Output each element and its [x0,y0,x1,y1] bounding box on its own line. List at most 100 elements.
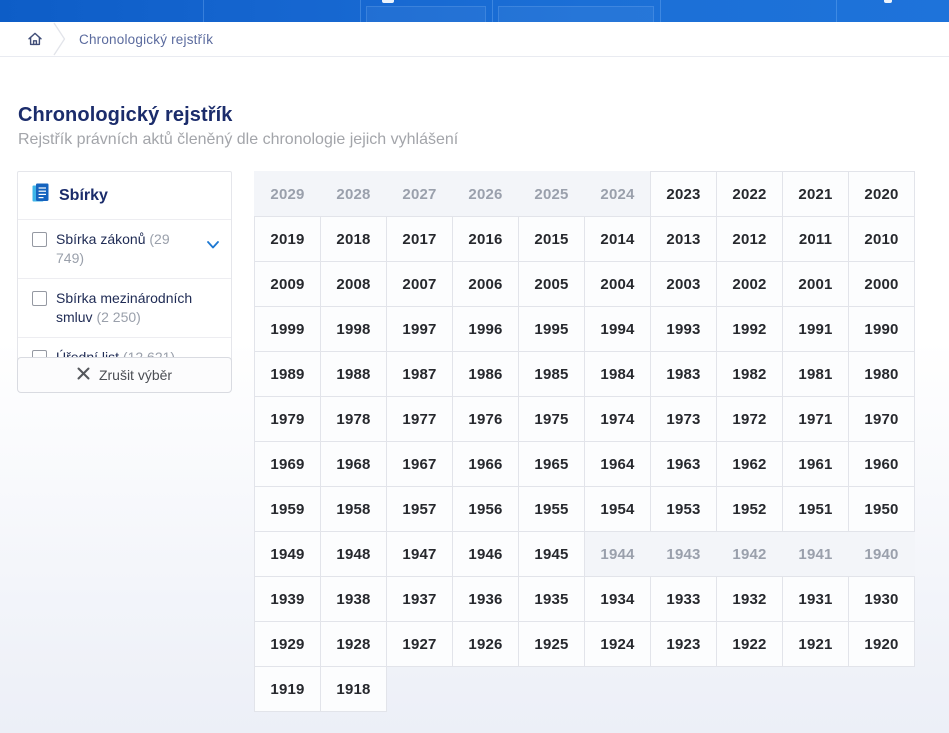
year-cell-1971[interactable]: 1971 [782,396,849,442]
year-cell-1952[interactable]: 1952 [716,486,783,532]
year-cell-1922[interactable]: 1922 [716,621,783,667]
year-cell-1997[interactable]: 1997 [386,306,453,352]
year-cell-1968[interactable]: 1968 [320,441,387,487]
year-cell-1945[interactable]: 1945 [518,531,585,577]
year-cell-1996[interactable]: 1996 [452,306,519,352]
year-cell-1953[interactable]: 1953 [650,486,717,532]
year-cell-2011[interactable]: 2011 [782,216,849,262]
year-cell-1970[interactable]: 1970 [848,396,915,442]
year-cell-1975[interactable]: 1975 [518,396,585,442]
year-cell-1955[interactable]: 1955 [518,486,585,532]
year-cell-2019[interactable]: 2019 [254,216,321,262]
year-cell-1983[interactable]: 1983 [650,351,717,397]
year-cell-1982[interactable]: 1982 [716,351,783,397]
year-cell-1960[interactable]: 1960 [848,441,915,487]
year-cell-1993[interactable]: 1993 [650,306,717,352]
year-cell-1927[interactable]: 1927 [386,621,453,667]
year-cell-1948[interactable]: 1948 [320,531,387,577]
year-cell-1980[interactable]: 1980 [848,351,915,397]
year-cell-1992[interactable]: 1992 [716,306,783,352]
year-cell-1972[interactable]: 1972 [716,396,783,442]
filter-sbirka-mezinarodnich-smluv[interactable]: Sbírka mezinárodních smluv (2 250) [18,279,231,337]
year-cell-1923[interactable]: 1923 [650,621,717,667]
year-cell-1977[interactable]: 1977 [386,396,453,442]
year-cell-1973[interactable]: 1973 [650,396,717,442]
year-cell-2004[interactable]: 2004 [584,261,651,307]
year-cell-1967[interactable]: 1967 [386,441,453,487]
year-cell-1920[interactable]: 1920 [848,621,915,667]
year-cell-1949[interactable]: 1949 [254,531,321,577]
year-cell-1926[interactable]: 1926 [452,621,519,667]
year-cell-1988[interactable]: 1988 [320,351,387,397]
year-cell-1987[interactable]: 1987 [386,351,453,397]
year-cell-1969[interactable]: 1969 [254,441,321,487]
year-cell-1990[interactable]: 1990 [848,306,915,352]
chevron-down-icon[interactable] [207,236,219,254]
clear-selection-button[interactable]: Zrušit výběr [17,357,232,393]
year-cell-2018[interactable]: 2018 [320,216,387,262]
year-cell-1989[interactable]: 1989 [254,351,321,397]
year-cell-2003[interactable]: 2003 [650,261,717,307]
year-cell-1934[interactable]: 1934 [584,576,651,622]
year-cell-1994[interactable]: 1994 [584,306,651,352]
year-cell-1950[interactable]: 1950 [848,486,915,532]
year-cell-1919[interactable]: 1919 [254,666,321,712]
year-cell-1965[interactable]: 1965 [518,441,585,487]
year-cell-1947[interactable]: 1947 [386,531,453,577]
year-cell-1966[interactable]: 1966 [452,441,519,487]
year-cell-1929[interactable]: 1929 [254,621,321,667]
year-cell-1932[interactable]: 1932 [716,576,783,622]
year-cell-1957[interactable]: 1957 [386,486,453,532]
year-cell-1951[interactable]: 1951 [782,486,849,532]
year-cell-1933[interactable]: 1933 [650,576,717,622]
year-cell-1995[interactable]: 1995 [518,306,585,352]
year-cell-1924[interactable]: 1924 [584,621,651,667]
year-cell-2020[interactable]: 2020 [848,171,915,217]
year-cell-1954[interactable]: 1954 [584,486,651,532]
filter-sbirka-zakonu[interactable]: Sbírka zákonů (29 749) [18,220,231,278]
year-cell-1964[interactable]: 1964 [584,441,651,487]
year-cell-2005[interactable]: 2005 [518,261,585,307]
year-cell-2017[interactable]: 2017 [386,216,453,262]
year-cell-2007[interactable]: 2007 [386,261,453,307]
year-cell-2000[interactable]: 2000 [848,261,915,307]
year-cell-1921[interactable]: 1921 [782,621,849,667]
year-cell-1984[interactable]: 1984 [584,351,651,397]
year-cell-1963[interactable]: 1963 [650,441,717,487]
year-cell-2022[interactable]: 2022 [716,171,783,217]
year-cell-1985[interactable]: 1985 [518,351,585,397]
year-cell-2009[interactable]: 2009 [254,261,321,307]
checkbox-sbirka-mezinarodnich-smluv[interactable] [32,291,47,306]
year-cell-1991[interactable]: 1991 [782,306,849,352]
year-cell-1928[interactable]: 1928 [320,621,387,667]
year-cell-1959[interactable]: 1959 [254,486,321,532]
year-cell-1961[interactable]: 1961 [782,441,849,487]
year-cell-2001[interactable]: 2001 [782,261,849,307]
year-cell-1986[interactable]: 1986 [452,351,519,397]
year-cell-1936[interactable]: 1936 [452,576,519,622]
year-cell-2008[interactable]: 2008 [320,261,387,307]
year-cell-1937[interactable]: 1937 [386,576,453,622]
year-cell-1918[interactable]: 1918 [320,666,387,712]
year-cell-2002[interactable]: 2002 [716,261,783,307]
home-icon[interactable] [27,31,43,47]
year-cell-1956[interactable]: 1956 [452,486,519,532]
year-cell-1962[interactable]: 1962 [716,441,783,487]
year-cell-1981[interactable]: 1981 [782,351,849,397]
year-cell-1925[interactable]: 1925 [518,621,585,667]
year-cell-1999[interactable]: 1999 [254,306,321,352]
year-cell-2016[interactable]: 2016 [452,216,519,262]
year-cell-2015[interactable]: 2015 [518,216,585,262]
year-cell-2012[interactable]: 2012 [716,216,783,262]
year-cell-2023[interactable]: 2023 [650,171,717,217]
year-cell-1931[interactable]: 1931 [782,576,849,622]
checkbox-sbirka-zakonu[interactable] [32,232,47,247]
year-cell-2014[interactable]: 2014 [584,216,651,262]
year-cell-1946[interactable]: 1946 [452,531,519,577]
year-cell-1974[interactable]: 1974 [584,396,651,442]
year-cell-2006[interactable]: 2006 [452,261,519,307]
year-cell-1939[interactable]: 1939 [254,576,321,622]
breadcrumb-current[interactable]: Chronologický rejstřík [79,32,213,47]
year-cell-1935[interactable]: 1935 [518,576,585,622]
year-cell-1930[interactable]: 1930 [848,576,915,622]
